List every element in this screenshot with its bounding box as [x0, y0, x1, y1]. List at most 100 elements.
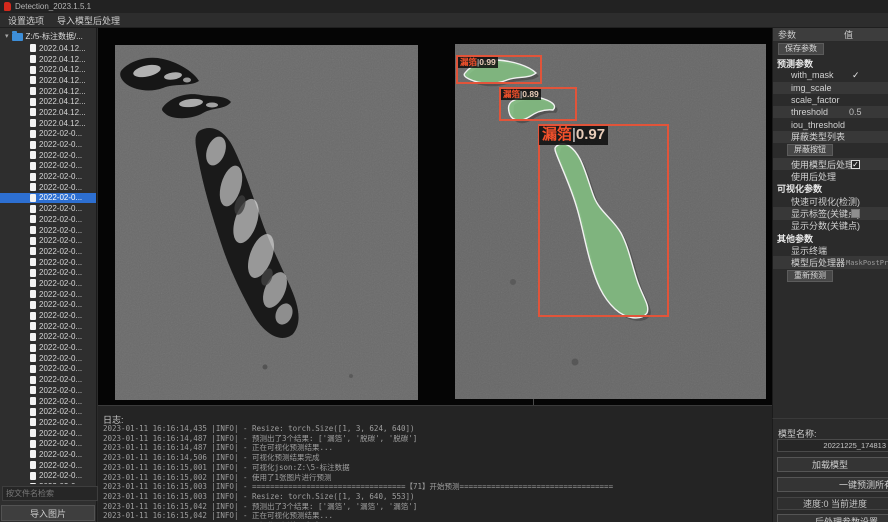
tree-item[interactable]: 2022-02-0...	[0, 161, 96, 172]
menu-import-postprocess[interactable]: 导入模型后处理	[57, 14, 120, 27]
det1-class: 漏箔	[460, 57, 477, 67]
tree-item[interactable]: 2022-02-0...	[0, 428, 96, 439]
tree-root-item[interactable]: ▾ Z:/5-标注数据/...	[0, 30, 96, 43]
tree-item[interactable]: 2022-02-0...	[0, 235, 96, 246]
param-button[interactable]: 屏蔽按钮	[787, 144, 833, 156]
param-row[interactable]: img_scale	[773, 82, 888, 94]
tree-item[interactable]: 2022-02-0...	[0, 449, 96, 460]
tree-item[interactable]: 2022.04.12...	[0, 75, 96, 86]
tree-item[interactable]: 2022-02-0...	[0, 310, 96, 321]
image-file-icon	[30, 365, 36, 373]
tree-item-label: 2022.04.12...	[39, 44, 86, 53]
tree-item-label: 2022-02-0...	[39, 268, 82, 277]
tree-item[interactable]: 2022-02-0...	[0, 481, 96, 484]
tree-item[interactable]: 2022-02-0...	[0, 182, 96, 193]
speed-progress-text: 速度:0 当前进度	[777, 497, 888, 510]
checkbox-checked[interactable]: ✓	[851, 160, 860, 169]
tree-item[interactable]: 2022-02-0...	[0, 417, 96, 428]
param-row[interactable]: threshold0.5	[773, 106, 888, 118]
tree-item-label: 2022-02-0...	[39, 151, 82, 160]
tree-item[interactable]: 2022.04.12...	[0, 43, 96, 54]
tree-item[interactable]: 2022-02-0...	[0, 278, 96, 289]
original-image-panel[interactable]	[115, 45, 418, 400]
param-button[interactable]: 重新预测	[787, 270, 833, 282]
tree-item[interactable]: 2022-02-0...	[0, 225, 96, 236]
tree-item-selected[interactable]: 2022-02-0...	[0, 193, 96, 204]
det2-class: 漏箔	[503, 89, 520, 99]
model-name-field[interactable]: 20221225_174813	[777, 439, 888, 452]
log-line: 2023-01-11 16:16:15,001 |INFO| - 可视化json…	[103, 463, 770, 473]
tree-item[interactable]: 2022.04.12...	[0, 118, 96, 129]
tree-item[interactable]: 2022-02-0...	[0, 353, 96, 364]
file-tree[interactable]: ▾ Z:/5-标注数据/... 2022.04.12...2022.04.12.…	[0, 30, 96, 484]
tree-item[interactable]: 2022.04.12...	[0, 64, 96, 75]
parameters-panel[interactable]: 参数 值 保存参数预测参数with_mask✓img_scalescale_fa…	[772, 28, 888, 418]
tree-item[interactable]: 2022-02-0...	[0, 438, 96, 449]
tree-item[interactable]: 2022-02-0...	[0, 139, 96, 150]
app-icon	[4, 2, 11, 11]
tree-item[interactable]: 2022-02-0...	[0, 214, 96, 225]
image-file-icon	[30, 450, 36, 458]
tree-item[interactable]: 2022-02-0...	[0, 332, 96, 343]
import-images-button[interactable]: 导入图片	[1, 505, 95, 521]
param-row[interactable]: 显示标签(关键点)	[773, 207, 888, 219]
tree-item[interactable]: 2022-02-0...	[0, 300, 96, 311]
menu-settings[interactable]: 设置选项	[8, 14, 44, 27]
tree-expand-icon[interactable]: ▾	[5, 33, 9, 40]
tree-item[interactable]: 2022-02-0...	[0, 364, 96, 375]
tree-item-label: 2022-02-0...	[39, 215, 82, 224]
tree-item[interactable]: 2022-02-0...	[0, 374, 96, 385]
param-row[interactable]: with_mask✓	[773, 69, 888, 81]
image-file-icon	[30, 386, 36, 394]
tree-item[interactable]: 2022-02-0...	[0, 471, 96, 482]
param-row[interactable]: 屏蔽类型列表	[773, 131, 888, 143]
param-name: 显示标签(关键点)	[773, 207, 860, 220]
tree-item[interactable]: 2022-02-0...	[0, 129, 96, 140]
tree-item[interactable]: 2022-02-0...	[0, 267, 96, 278]
tree-item[interactable]: 2022-02-0...	[0, 396, 96, 407]
param-button[interactable]: 保存参数	[778, 43, 824, 55]
tree-item[interactable]: 2022-02-0...	[0, 203, 96, 214]
tree-item[interactable]: 2022-02-0...	[0, 171, 96, 182]
params-header: 参数 值	[773, 28, 888, 42]
postprocess-params-button[interactable]: 后处理参数设置	[777, 514, 888, 522]
param-row[interactable]: iou_threshold	[773, 118, 888, 130]
param-row[interactable]: 使用后处理	[773, 170, 888, 182]
tree-item[interactable]: 2022-02-0...	[0, 257, 96, 268]
tree-item[interactable]: 2022.04.12...	[0, 54, 96, 65]
param-row[interactable]: scale_factor	[773, 94, 888, 106]
image-file-icon	[30, 66, 36, 74]
image-file-icon	[30, 483, 36, 484]
checkbox-empty[interactable]	[851, 209, 860, 218]
predict-all-button[interactable]: 一键预测所有图片	[777, 477, 888, 492]
param-row[interactable]: 显示终端	[773, 244, 888, 256]
param-row[interactable]: 模型后处理器MaskPostPro	[773, 256, 888, 268]
filename-search-input[interactable]	[2, 486, 98, 501]
tree-item[interactable]: 2022-02-0...	[0, 321, 96, 332]
image-file-icon	[30, 130, 36, 138]
tree-item[interactable]: 2022-02-0...	[0, 342, 96, 353]
image-file-icon	[30, 247, 36, 255]
det3-class: 漏箔	[542, 126, 572, 143]
load-model-button[interactable]: 加载模型	[777, 457, 888, 472]
image-file-icon	[30, 322, 36, 330]
tree-item[interactable]: 2022.04.12...	[0, 96, 96, 107]
tree-item-label: 2022-02-0...	[39, 322, 82, 331]
log-area[interactable]: 日志: 2023-01-11 16:16:14,435 |INFO| - Res…	[98, 405, 772, 522]
image-file-icon	[30, 258, 36, 266]
tree-item[interactable]: 2022-02-0...	[0, 246, 96, 257]
tree-item[interactable]: 2022-02-0...	[0, 289, 96, 300]
tree-item[interactable]: 2022-02-0...	[0, 150, 96, 161]
tree-item[interactable]: 2022.04.12...	[0, 107, 96, 118]
tree-item-label: 2022-02-0...	[39, 332, 82, 341]
tree-item[interactable]: 2022-02-0...	[0, 385, 96, 396]
log-line: 2023-01-11 16:16:15,042 |INFO| - 预测出了3个结…	[103, 502, 770, 512]
tree-item[interactable]: 2022-02-0...	[0, 406, 96, 417]
param-row[interactable]: 快速可视化(检测)	[773, 195, 888, 207]
param-row[interactable]: 显示分数(关键点)	[773, 220, 888, 232]
tree-item[interactable]: 2022-02-0...	[0, 460, 96, 471]
param-row[interactable]: 使用模型后处理✓	[773, 158, 888, 170]
prediction-image-panel[interactable]: 漏箔|0.99 漏箔|0.89 漏箔|0.97	[455, 44, 766, 399]
tree-item[interactable]: 2022.04.12...	[0, 86, 96, 97]
param-value: MaskPostPro	[846, 259, 888, 267]
